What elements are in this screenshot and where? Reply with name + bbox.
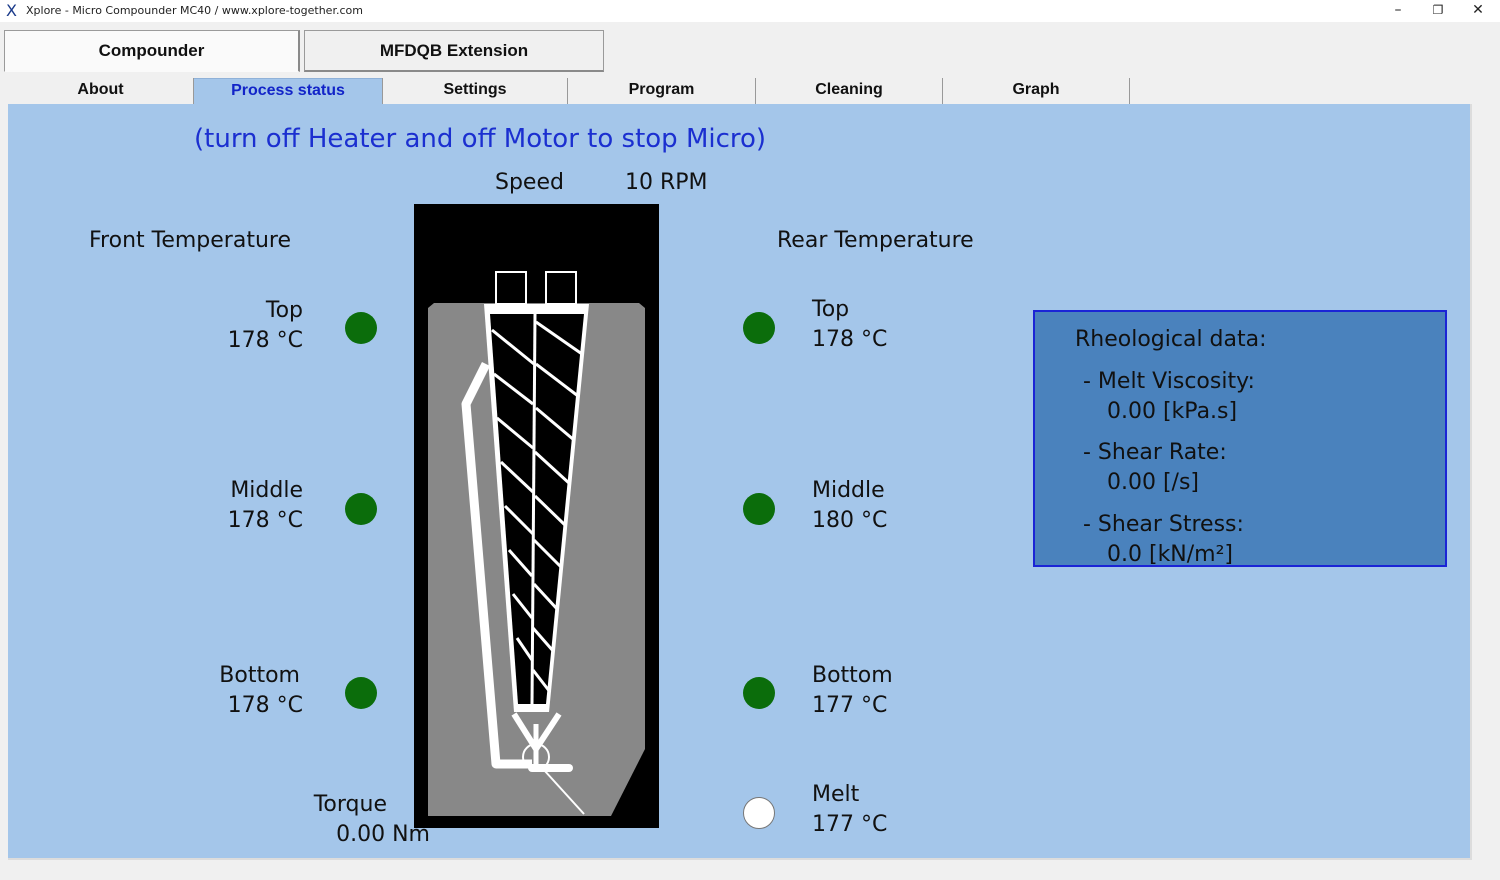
front-top-label: Top [265, 298, 303, 323]
rear-bottom-indicator [743, 677, 775, 709]
torque-value: 0.00 Nm [336, 822, 430, 847]
title-bar: X Xplore - Micro Compounder MC40 / www.x… [0, 0, 1500, 22]
sub-tab-bar: About Process status Settings Program Cl… [8, 76, 1472, 104]
tab-cleaning[interactable]: Cleaning [756, 78, 943, 104]
tab-settings[interactable]: Settings [382, 78, 568, 104]
feed-box-right [545, 271, 577, 305]
shear-rate-label: - Shear Rate: [1083, 440, 1227, 465]
front-middle-indicator [345, 493, 377, 525]
shear-stress-value: 0.0 [kN/m²] [1107, 542, 1234, 567]
compounder-barrel-diagram [414, 204, 659, 828]
status-strip [0, 862, 1500, 880]
viscosity-label: - Melt Viscosity: [1083, 369, 1255, 394]
rear-middle-value: 180 °C [812, 508, 888, 533]
melt-indicator [743, 797, 775, 829]
rear-bottom-label: Bottom [812, 663, 893, 688]
compounder-barrel-svg [428, 271, 645, 816]
front-bottom-indicator [345, 677, 377, 709]
minimize-button[interactable]: – [1378, 0, 1418, 22]
front-temperature-title: Front Temperature [89, 228, 291, 253]
maximize-button[interactable]: ❐ [1418, 0, 1458, 22]
rheological-data-box: Rheological data: - Melt Viscosity: 0.00… [1033, 310, 1447, 567]
close-button[interactable]: ✕ [1458, 0, 1498, 22]
front-middle-label: Middle [230, 478, 303, 503]
rear-top-label: Top [812, 297, 850, 322]
speed-value: 10 RPM [625, 170, 708, 195]
tab-about[interactable]: About [8, 78, 194, 104]
front-top-indicator [345, 312, 377, 344]
rheo-title: Rheological data: [1075, 327, 1267, 352]
tab-process-status[interactable]: Process status [194, 78, 382, 104]
tab-program[interactable]: Program [568, 78, 756, 104]
front-bottom-label: Bottom [219, 663, 300, 688]
tab-compounder[interactable]: Compounder [4, 30, 300, 72]
tab-graph[interactable]: Graph [943, 78, 1130, 104]
feed-box-left [495, 271, 527, 305]
rear-top-indicator [743, 312, 775, 344]
speed-label: Speed [495, 170, 564, 195]
rear-top-value: 178 °C [812, 327, 888, 352]
front-bottom-value: 178 °C [227, 693, 303, 718]
melt-value: 177 °C [812, 812, 888, 837]
viscosity-value: 0.00 [kPa.s] [1107, 399, 1238, 424]
melt-label: Melt [812, 782, 860, 807]
front-middle-value: 178 °C [227, 508, 303, 533]
tab-mfdqb-extension[interactable]: MFDQB Extension [304, 30, 604, 72]
shear-rate-value: 0.00 [/s] [1107, 470, 1200, 495]
front-top-value: 178 °C [227, 328, 303, 353]
torque-label: Torque [313, 792, 387, 817]
window-title: Xplore - Micro Compounder MC40 / www.xpl… [26, 4, 363, 17]
rear-temperature-title: Rear Temperature [777, 228, 974, 253]
stop-warning-text: (turn off Heater and off Motor to stop M… [194, 124, 767, 154]
rear-middle-label: Middle [812, 478, 885, 503]
rear-bottom-value: 177 °C [812, 693, 888, 718]
shear-stress-label: - Shear Stress: [1083, 512, 1244, 537]
app-icon: X [6, 1, 17, 20]
rear-middle-indicator [743, 493, 775, 525]
